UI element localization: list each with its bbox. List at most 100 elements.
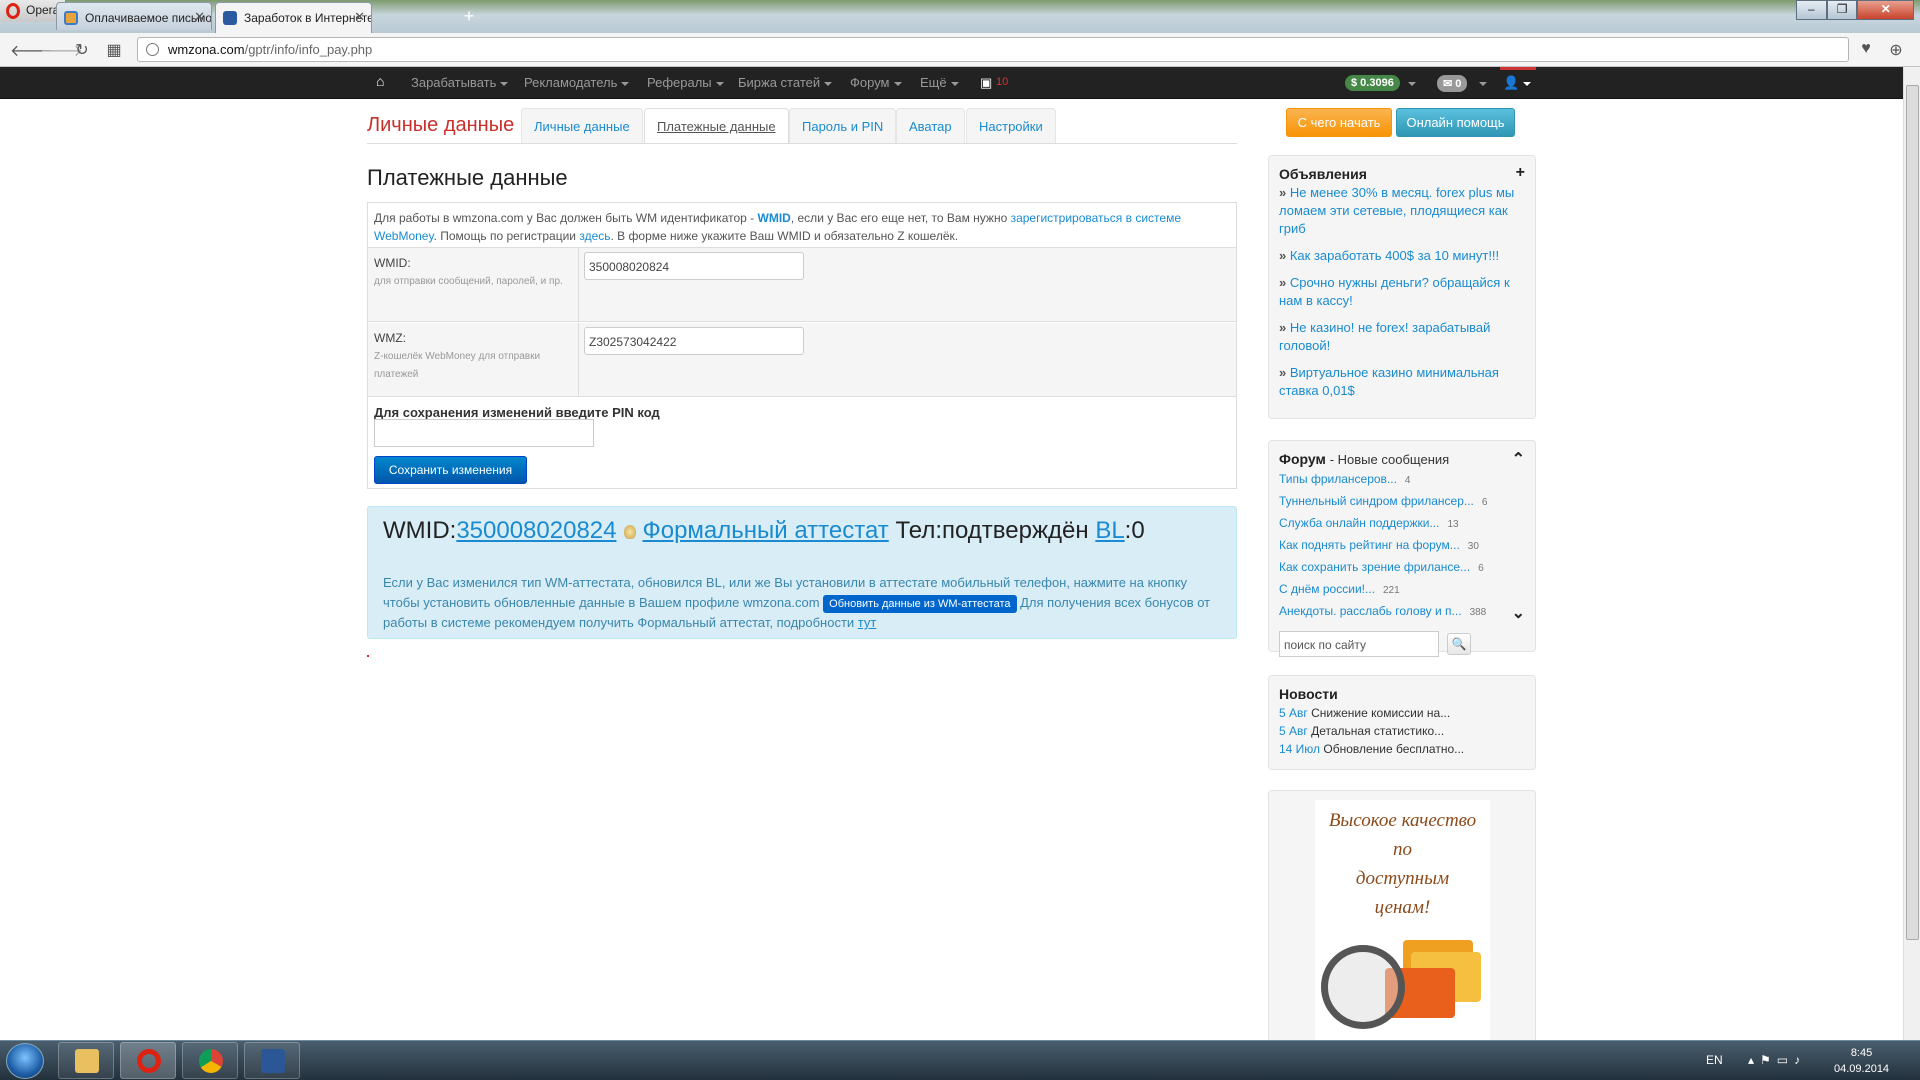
ad-item[interactable]: » Виртуальное казино минимальная ставка …: [1279, 364, 1525, 400]
page-info-icon[interactable]: [146, 43, 159, 56]
intro-text: Для работы в wmzona.com у Вас должен быт…: [368, 203, 1236, 248]
wmid-field[interactable]: 350008020824: [584, 252, 804, 280]
wmid-value-link[interactable]: 350008020824: [456, 517, 616, 544]
browser-tab-1[interactable]: Оплачиваемое письмо W ✕: [56, 2, 212, 30]
download-icon[interactable]: ⊕: [1886, 40, 1906, 60]
forum-item[interactable]: Как поднять рейтинг на форум... 30: [1279, 535, 1525, 557]
save-button[interactable]: Сохранить изменения: [374, 456, 527, 484]
ad-line: доступным: [1355, 868, 1450, 889]
mail-caret-icon[interactable]: [1475, 75, 1487, 90]
minimize-button[interactable]: –: [1796, 0, 1827, 20]
tab-payment[interactable]: Платежные данные: [644, 108, 789, 144]
ad-item[interactable]: » Не менее 30% в месяц. forex plus мы ло…: [1279, 184, 1525, 238]
forum-item[interactable]: Как сохранить зрение фрилансе... 6: [1279, 557, 1525, 579]
page-scrollbar[interactable]: [1903, 67, 1920, 1040]
tray-icons[interactable]: ▴⚑▭♪: [1748, 1053, 1806, 1067]
taskbar-opera[interactable]: [120, 1042, 176, 1079]
attestat-link[interactable]: Формальный аттестат: [642, 517, 888, 544]
nav-referrals[interactable]: Рефералы: [647, 75, 724, 90]
update-attestat-button[interactable]: Обновить данные из WM-аттестата: [823, 595, 1017, 613]
forum-item[interactable]: С днём россии!... 221: [1279, 579, 1525, 601]
taskbar-chrome[interactable]: [182, 1042, 238, 1079]
user-icon[interactable]: 👤: [1503, 75, 1532, 91]
news-item[interactable]: 5 Авг Снижение комиссии на...: [1279, 704, 1525, 722]
tab-personal[interactable]: Личные данные: [521, 108, 643, 143]
maximize-button[interactable]: ❐: [1826, 0, 1858, 20]
forum-item[interactable]: Туннельный синдром фрилансер... 6: [1279, 491, 1525, 513]
forum-item[interactable]: Служба онлайн поддержки... 13: [1279, 513, 1525, 535]
speed-dial-icon[interactable]: ▦: [104, 40, 124, 60]
site-favicon-icon: [64, 11, 78, 25]
wmz-field[interactable]: Z302573042422: [584, 327, 804, 355]
forum-item[interactable]: Анекдоты. расслабь голову и п... 388: [1279, 601, 1525, 623]
help-here-link[interactable]: здесь: [579, 229, 610, 243]
news-widget: Новости 5 Авг Снижение комиссии на... 5 …: [1268, 675, 1536, 770]
caret-down-icon: [715, 81, 724, 86]
tabs-divider: [367, 143, 1237, 144]
language-indicator[interactable]: EN: [1706, 1053, 1723, 1067]
notifications-icon[interactable]: ▣: [980, 75, 992, 91]
close-tab-icon[interactable]: ✕: [354, 9, 365, 25]
ad-item[interactable]: » Как заработать 400$ за 10 минут!!!: [1279, 247, 1525, 265]
bl-link[interactable]: BL: [1095, 517, 1124, 544]
page-heading: Платежные данные: [367, 165, 568, 190]
site-search: поиск по сайту 🔍: [1279, 631, 1525, 657]
search-icon: 🔍: [1451, 637, 1467, 651]
nav-advertiser[interactable]: Рекламодатель: [524, 75, 630, 90]
news-item[interactable]: 14 Июл Обновление бесплатно...: [1279, 740, 1525, 758]
ad-item[interactable]: » Не казино! не forex! зарабатывай голов…: [1279, 319, 1525, 355]
balance-badge[interactable]: $ 0.3096: [1345, 75, 1400, 91]
window-controls: – ❐ ✕: [1796, 0, 1914, 20]
tab-password-pin[interactable]: Пароль и PIN: [789, 108, 897, 143]
forum-item[interactable]: Типы фрилансеров... 4: [1279, 469, 1525, 491]
nav-more[interactable]: Ещё: [920, 75, 959, 90]
tab-settings[interactable]: Настройки: [966, 108, 1056, 143]
nav-articles[interactable]: Биржа статей: [738, 75, 833, 90]
nav-forum[interactable]: Форум: [850, 75, 902, 90]
nav-earn[interactable]: Зарабатывать: [411, 75, 509, 90]
tab-avatar[interactable]: Аватар: [896, 108, 965, 143]
details-link[interactable]: тут: [858, 615, 877, 630]
mail-badge[interactable]: ✉ 0: [1437, 75, 1468, 92]
wmid-link[interactable]: WMID: [758, 211, 791, 225]
navbar-accent-line: [1500, 67, 1536, 70]
start-button[interactable]: [6, 1043, 44, 1079]
pin-field[interactable]: [374, 419, 594, 447]
site-navbar: ⌂ Зарабатывать Рекламодатель Рефералы Би…: [0, 67, 1920, 99]
start-here-button[interactable]: С чего начать: [1286, 108, 1392, 137]
chevron-up-icon[interactable]: ⌃: [1512, 449, 1525, 469]
home-icon[interactable]: ⌂: [376, 73, 384, 89]
back-icon[interactable]: 🡐: [10, 40, 53, 61]
word-icon: [261, 1049, 285, 1073]
search-button[interactable]: 🔍: [1447, 633, 1471, 655]
wmz-label: WMZ: Z-кошелёк WebMoney для отправки плат…: [374, 331, 569, 384]
online-help-button[interactable]: Онлайн помощь: [1396, 108, 1515, 137]
forward-icon[interactable]: 🡒: [40, 40, 83, 61]
system-tray: EN ▴⚑▭♪ 8:45 04.09.2014: [1700, 1041, 1920, 1080]
url-field[interactable]: wmzona.com/gptr/info/info_pay.php: [137, 37, 1849, 62]
reload-icon[interactable]: ↻: [72, 40, 92, 60]
taskbar-explorer[interactable]: [58, 1042, 114, 1079]
add-icon[interactable]: +: [1516, 164, 1525, 182]
close-window-button[interactable]: ✕: [1857, 0, 1914, 20]
new-tab-button[interactable]: +: [456, 6, 482, 28]
stray-dot: [367, 655, 369, 657]
chevron-down-icon[interactable]: ⌄: [1512, 603, 1525, 623]
address-toolbar: 🡐 🡒 ↻ ▦ wmzona.com/gptr/info/info_pay.ph…: [0, 33, 1920, 67]
wmid-row: WMID: для отправки сообщений, паролей, и …: [368, 248, 1236, 322]
news-item[interactable]: 5 Авг Детальная статистико...: [1279, 722, 1525, 740]
search-input[interactable]: поиск по сайту: [1279, 631, 1439, 657]
chrome-icon: [199, 1049, 223, 1073]
scrollbar-thumb[interactable]: [1906, 85, 1919, 940]
ad-banner-image[interactable]: Высокое качество по доступным ценам!: [1315, 800, 1490, 1045]
close-tab-icon[interactable]: ✕: [194, 9, 205, 25]
notifications-count: 10: [996, 76, 1009, 88]
browser-tab-2[interactable]: Заработок в Интернете | ✕: [215, 2, 372, 33]
bookmark-heart-icon[interactable]: ♥: [1856, 40, 1876, 58]
balance-caret-icon[interactable]: [1404, 75, 1416, 90]
taskbar-word[interactable]: [244, 1042, 300, 1079]
ad-item[interactable]: » Срочно нужны деньги? обращайся к нам в…: [1279, 274, 1525, 310]
ad-banner[interactable]: Высокое качество по доступным ценам!: [1268, 790, 1536, 1050]
clock[interactable]: 8:45 04.09.2014: [1834, 1045, 1889, 1077]
wmz-hint: Z-кошелёк WebMoney для отправки платежей: [374, 351, 541, 380]
